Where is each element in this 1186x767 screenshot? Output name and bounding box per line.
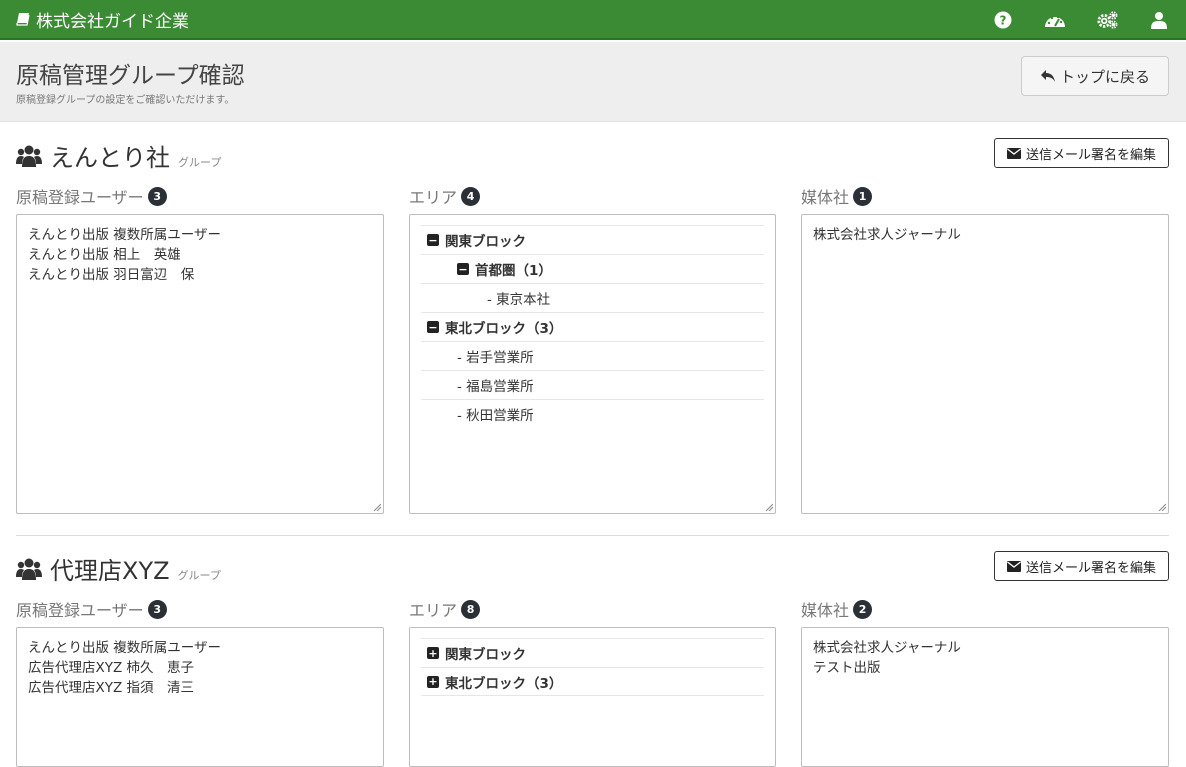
tree-node-label: 東北ブロック（3） (445, 675, 563, 692)
collapse-icon[interactable]: − (427, 321, 439, 333)
list-item: 広告代理店XYZ 指須 清三 (28, 680, 195, 696)
users-column: 原稿登録ユーザー 3 えんとり出版 複数所属ユーザー えんとり出版 相上 英雄 … (16, 184, 384, 514)
users-list[interactable]: えんとり出版 複数所属ユーザー えんとり出版 相上 英雄 えんとり出版 羽日富辺… (16, 214, 384, 514)
top-navbar: 株式会社ガイド企業 ? (0, 0, 1186, 40)
column-label: エリア (409, 188, 458, 207)
group-name: 代理店XYZ (50, 557, 170, 585)
group-suffix: グループ (177, 569, 221, 582)
media-column: 媒体社 2 株式会社求人ジャーナル テスト出版 (801, 597, 1169, 767)
tree-node[interactable]: + 東北ブロック（3） (421, 667, 764, 696)
resize-handle-icon[interactable] (1158, 503, 1166, 511)
collapse-icon[interactable]: − (457, 263, 469, 275)
section-divider (16, 535, 1169, 536)
reply-icon (1040, 70, 1055, 82)
tree-node-label: 関東ブロック (445, 647, 526, 663)
column-label: 媒体社 (801, 601, 850, 620)
tree-leaf[interactable]: - 東京本社 (421, 283, 764, 312)
list-item: 広告代理店XYZ 柿久 恵子 (28, 660, 195, 676)
tree-node[interactable]: − 東北ブロック（3） (421, 312, 764, 341)
group-section: えんとり社 グループ 送信メール署名を編集 原稿登録ユーザー 3 えんとり出版 … (16, 138, 1169, 523)
users-column: 原稿登録ユーザー 3 えんとり出版 複数所属ユーザー 広告代理店XYZ 柿久 恵… (16, 597, 384, 767)
list-item: 株式会社求人ジャーナル (813, 640, 961, 656)
help-icon[interactable]: ? (992, 9, 1014, 31)
group-name: えんとり社 (50, 144, 170, 172)
tree-node-label: - 秋田営業所 (457, 408, 534, 424)
list-item: えんとり出版 相上 英雄 (28, 247, 181, 263)
edit-mail-signature-button[interactable]: 送信メール署名を編集 (993, 138, 1169, 168)
brand[interactable]: 株式会社ガイド企業 (16, 7, 189, 32)
column-label: 原稿登録ユーザー (16, 188, 144, 207)
tree-leaf[interactable]: - 岩手営業所 (421, 341, 764, 370)
area-tree: − 関東ブロック − 首都圏（1） - 東京本社 − 東北ブロック（3） - 岩… (409, 214, 776, 514)
list-item: えんとり出版 羽日富辺 保 (28, 267, 195, 283)
settings-icon[interactable] (1096, 9, 1118, 31)
edit-button-label: 送信メール署名を編集 (1025, 560, 1156, 576)
group-suffix: グループ (178, 156, 222, 169)
tree-leaf[interactable]: - 福島営業所 (421, 370, 764, 399)
tree-node-label: 関東ブロック (445, 234, 526, 250)
count-badge: 3 (147, 186, 167, 206)
tree-node-label: 東北ブロック（3） (445, 321, 563, 337)
resize-handle-icon[interactable] (765, 503, 773, 511)
list-item: テスト出版 (813, 660, 881, 676)
collapse-icon[interactable]: − (427, 234, 439, 246)
count-badge: 3 (147, 599, 167, 619)
count-badge: 2 (853, 599, 873, 619)
count-badge: 1 (853, 186, 873, 206)
users-icon (16, 558, 42, 580)
column-label: エリア (409, 601, 458, 620)
column-label: 媒体社 (801, 188, 850, 207)
media-list[interactable]: 株式会社求人ジャーナル (801, 214, 1169, 514)
media-column: 媒体社 1 株式会社求人ジャーナル (801, 184, 1169, 514)
resize-handle-icon[interactable] (373, 503, 381, 511)
book-icon (16, 13, 30, 26)
tree-leaf[interactable]: - 秋田営業所 (421, 399, 764, 428)
envelope-icon (1006, 560, 1021, 572)
count-badge: 4 (461, 186, 481, 206)
brand-name: 株式会社ガイド企業 (36, 11, 189, 32)
list-item: 株式会社求人ジャーナル (813, 227, 961, 243)
tree-node[interactable]: + 関東ブロック (421, 638, 764, 667)
tree-node-label: 首都圏（1） (475, 263, 552, 279)
expand-icon[interactable]: + (427, 647, 439, 659)
media-list[interactable]: 株式会社求人ジャーナル テスト出版 (801, 627, 1169, 767)
page-title: 原稿管理グループ確認 (16, 63, 245, 89)
group-section: 代理店XYZ グループ 送信メール署名を編集 原稿登録ユーザー 3 えんとり出版… (16, 551, 1169, 767)
tree-node-label: - 岩手営業所 (457, 350, 534, 366)
areas-column: エリア 4 − 関東ブロック − 首都圏（1） - 東京本社 − 東北ブロック（… (409, 184, 776, 514)
back-button-label: トップに戻る (1059, 67, 1150, 86)
users-list[interactable]: えんとり出版 複数所属ユーザー 広告代理店XYZ 柿久 恵子 広告代理店XYZ … (16, 627, 384, 767)
users-icon (16, 145, 42, 167)
dashboard-icon[interactable] (1044, 9, 1066, 31)
areas-column: エリア 8 + 関東ブロック + 東北ブロック（3） (409, 597, 776, 767)
back-to-top-button[interactable]: トップに戻る (1021, 56, 1169, 96)
tree-node-label: - 福島営業所 (457, 379, 534, 395)
svg-text:?: ? (1000, 14, 1007, 28)
tree-node[interactable]: − 関東ブロック (421, 225, 764, 254)
edit-mail-signature-button[interactable]: 送信メール署名を編集 (993, 551, 1169, 581)
user-icon[interactable] (1148, 9, 1170, 31)
list-item: えんとり出版 複数所属ユーザー (28, 227, 222, 243)
expand-icon[interactable]: + (427, 675, 439, 688)
tree-node[interactable]: − 首都圏（1） (421, 254, 764, 283)
page-subtitle: 原稿登録グループの設定をご確認いただけます。 (16, 95, 235, 106)
tree-node-label: - 東京本社 (487, 292, 551, 308)
edit-button-label: 送信メール署名を編集 (1025, 147, 1156, 163)
count-badge: 8 (461, 599, 481, 619)
list-item: えんとり出版 複数所属ユーザー (28, 640, 222, 656)
column-label: 原稿登録ユーザー (16, 601, 144, 620)
envelope-icon (1006, 147, 1021, 159)
page-header: 原稿管理グループ確認 原稿登録グループの設定をご確認いただけます。 トップに戻る (0, 42, 1186, 122)
area-tree: + 関東ブロック + 東北ブロック（3） (409, 627, 776, 767)
